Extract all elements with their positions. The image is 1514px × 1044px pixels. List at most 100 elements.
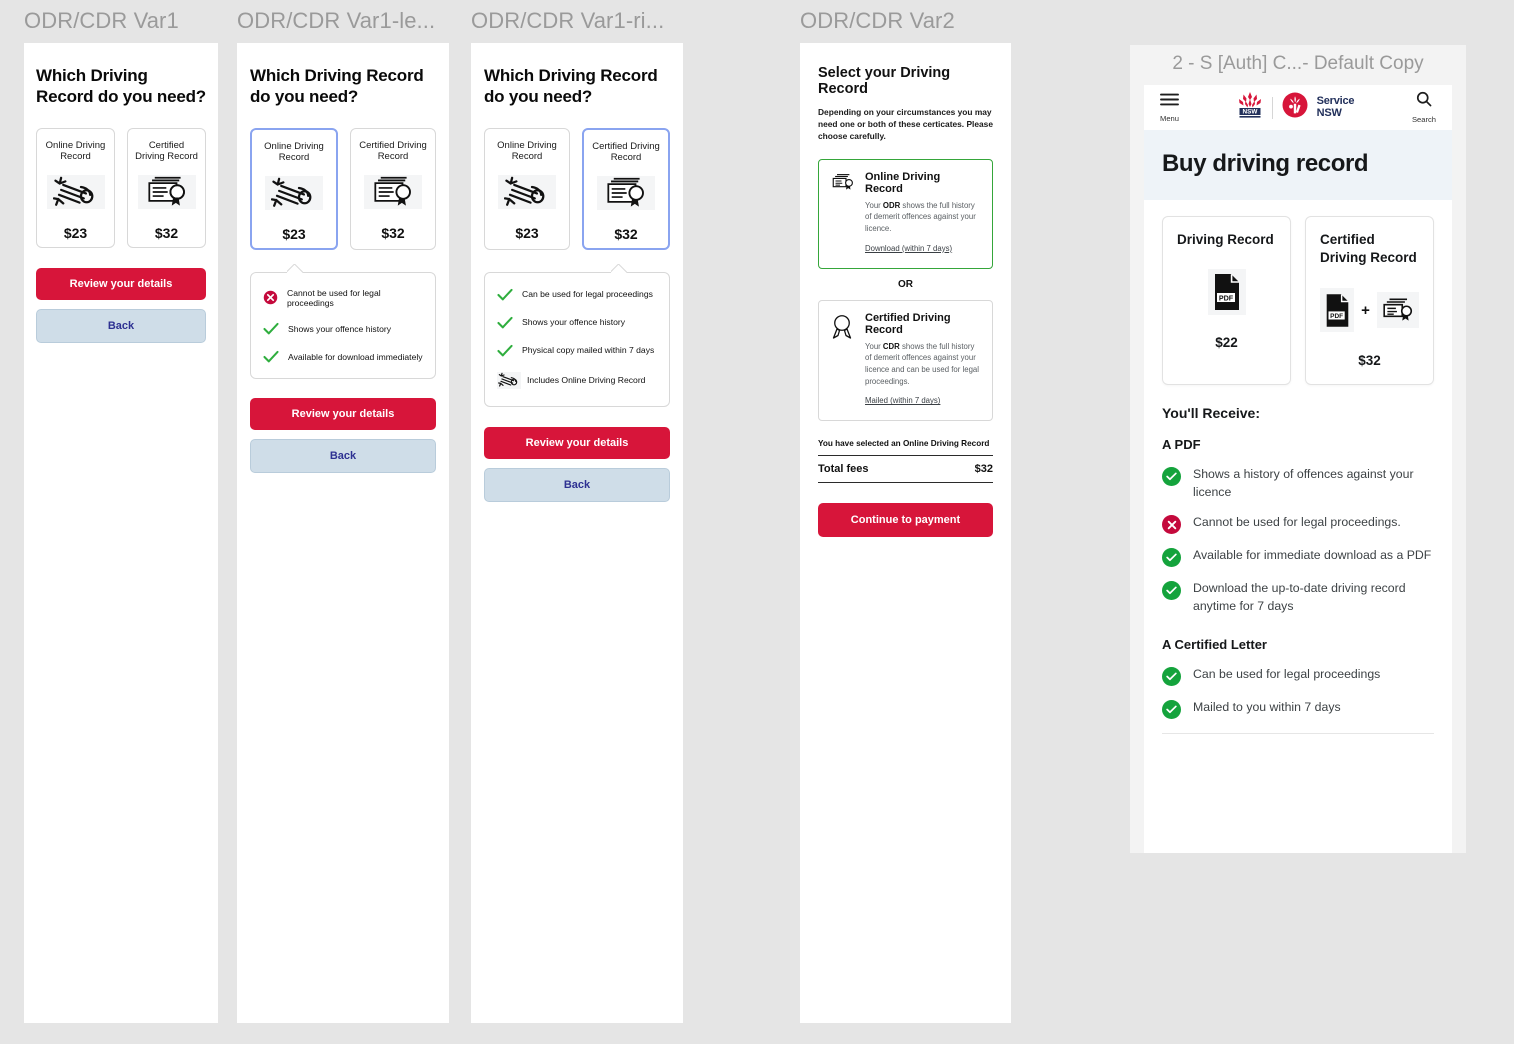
feature-label: Shows your offence history: [288, 323, 392, 334]
record-card-row: Online Driving Record $23 Certified Driv…: [250, 127, 436, 250]
record-card-row: Online Driving Record $23 Certified Driv…: [36, 127, 206, 248]
frame-var1: ODR/CDR Var1 Which Driving Record do you…: [24, 8, 218, 1023]
back-button[interactable]: Back: [250, 439, 436, 474]
option-description: Your ODR shows the full history of demer…: [865, 200, 976, 233]
continue-to-payment-button[interactable]: Continue to payment: [818, 503, 993, 538]
product-card-row: Driving Record PDF $22 Certified Driving…: [1144, 200, 1452, 386]
back-button[interactable]: Back: [484, 467, 670, 502]
callout-pointer: [287, 264, 303, 273]
record-card-online[interactable]: Online Driving Record $23: [484, 127, 570, 250]
total-fees-row: Total fees $32: [818, 455, 993, 484]
record-card-price: $23: [63, 224, 88, 241]
menu-label: Menu: [1160, 113, 1179, 123]
review-details-button[interactable]: Review your details: [250, 398, 436, 431]
record-card-certified[interactable]: Certified Driving Record $32: [127, 127, 206, 248]
certificate-icon: [597, 175, 655, 210]
or-separator: OR: [898, 278, 913, 290]
service-nsw-wordmark: Service NSW: [1316, 96, 1355, 119]
option-delivery-link[interactable]: Mailed (within 7 days): [865, 396, 940, 405]
frame-title-var1-right: ODR/CDR Var1-ri...: [471, 8, 665, 33]
actions: Review your details Back: [250, 398, 436, 474]
record-card-title: Online Driving Record: [45, 139, 106, 163]
check-circle-icon: [1162, 700, 1181, 720]
option-delivery-link[interactable]: Download (within 7 days): [865, 244, 952, 253]
frame-body-var1-left: Which Driving Record do you need? Online…: [237, 43, 449, 1023]
check-circle-icon: [1162, 581, 1181, 601]
check-circle-icon: [1162, 467, 1181, 487]
list-item: Cannot be used for legal proceedings.: [1162, 514, 1434, 535]
check-circle-icon: [1162, 548, 1181, 568]
pdf-icon: PDF: [1320, 288, 1355, 333]
nsw-waratah-logo: NSW: [1237, 91, 1263, 124]
feature-item: Can be used for legal proceedings: [497, 288, 657, 302]
frame-title-var1: ODR/CDR Var1: [24, 8, 179, 33]
page-title: Which Driving Record do you need?: [484, 66, 658, 107]
back-button[interactable]: Back: [36, 308, 206, 343]
hero-banner: Buy driving record: [1144, 130, 1452, 200]
ribbon-icon: [831, 312, 855, 409]
benefit-text: Cannot be used for legal proceedings.: [1193, 515, 1401, 530]
menu-button[interactable]: Menu: [1160, 93, 1179, 123]
svg-text:PDF: PDF: [1330, 313, 1343, 320]
page-var1-left: Which Driving Record do you need? Online…: [237, 43, 449, 1023]
benefit-text: Can be used for legal proceedings: [1193, 667, 1381, 682]
frame-title-var1-left: ODR/CDR Var1-le...: [237, 8, 436, 33]
product-card-certified-driving-record[interactable]: Certified Driving Record PDF + $32: [1305, 216, 1434, 386]
scroll-icon: [497, 371, 521, 389]
scroll-icon: [498, 174, 556, 209]
certificate-icon: [831, 171, 855, 256]
check-circle-icon: [1162, 667, 1181, 687]
logo-divider: [1271, 96, 1273, 119]
total-fees-value: $32: [974, 463, 993, 476]
actions: Review your details Back: [484, 426, 670, 502]
check-icon: [263, 322, 279, 336]
feature-callout: Cannot be used for legal proceedings Sho…: [250, 271, 436, 380]
feature-label: Shows your offence history: [522, 317, 626, 328]
page-var1-right: Which Driving Record do you need? Online…: [471, 43, 683, 1023]
product-card-price: $32: [1358, 353, 1381, 369]
list-item: Available for immediate download as a PD…: [1162, 547, 1434, 568]
record-card-certified[interactable]: Certified Driving Record $32: [582, 127, 670, 250]
feature-label: Includes Online Driving Record: [527, 374, 646, 385]
page-title: Which Driving Record do you need?: [36, 66, 206, 107]
brand-logos: NSW Service NSW: [1237, 91, 1355, 124]
record-card-row: Online Driving Record $23 Certified Driv…: [484, 127, 670, 250]
wordmark-line2: NSW: [1316, 106, 1342, 119]
option-card-odr[interactable]: Online Driving Record Your ODR shows the…: [818, 158, 993, 269]
frame-body-var2: Select your Driving Record Depending on …: [800, 43, 1011, 1023]
option-card-cdr[interactable]: Certified Driving Record Your CDR shows …: [818, 299, 993, 422]
review-details-button[interactable]: Review your details: [484, 426, 670, 459]
feature-label: Can be used for legal proceedings: [522, 289, 653, 300]
record-card-title: Online Driving Record: [264, 140, 324, 164]
record-card-price: $23: [515, 224, 539, 241]
record-card-price: $32: [381, 224, 405, 241]
feature-item: Cannot be used for legal proceedings: [263, 288, 423, 309]
product-card-title: Certified Driving Record: [1320, 232, 1417, 266]
svg-text:PDF: PDF: [1218, 294, 1233, 303]
scroll-icon: [46, 174, 105, 209]
search-button[interactable]: Search: [1412, 91, 1436, 124]
record-card-online[interactable]: Online Driving Record $23: [36, 127, 115, 248]
summary: You have selected an Online Driving Reco…: [818, 439, 993, 484]
record-card-title: Online Driving Record: [497, 139, 557, 163]
product-card-driving-record[interactable]: Driving Record PDF $22: [1162, 216, 1291, 386]
feature-label: Cannot be used for legal proceedings: [287, 287, 381, 308]
feature-label: Available for download immediately: [288, 351, 423, 362]
nsw-header: Menu NSW Service NSW Search: [1144, 85, 1452, 130]
receive-section: You'll Receive: A PDF Shows a history of…: [1144, 385, 1452, 735]
record-card-title: Certified Driving Record: [592, 140, 660, 164]
page-title: Select your Driving Record: [818, 65, 951, 97]
actions: Review your details Back: [36, 267, 206, 343]
phone-screen: Menu NSW Service NSW Search Buy driving …: [1144, 85, 1452, 853]
record-card-certified[interactable]: Certified Driving Record $32: [350, 127, 436, 250]
total-fees-label: Total fees: [818, 463, 869, 476]
feature-item: Shows your offence history: [263, 322, 423, 336]
plus-icon: +: [1361, 301, 1370, 319]
feature-item: Physical copy mailed within 7 days: [497, 344, 657, 358]
section-title-certified-letter: A Certified Letter: [1162, 637, 1267, 653]
receive-heading: You'll Receive:: [1162, 405, 1260, 422]
frame-var1-right: ODR/CDR Var1-ri... Which Driving Record …: [471, 8, 683, 1023]
benefit-list-certified-letter: Can be used for legal proceedings Mailed…: [1162, 666, 1434, 720]
record-card-online[interactable]: Online Driving Record $23: [250, 127, 338, 250]
review-details-button[interactable]: Review your details: [36, 267, 206, 300]
